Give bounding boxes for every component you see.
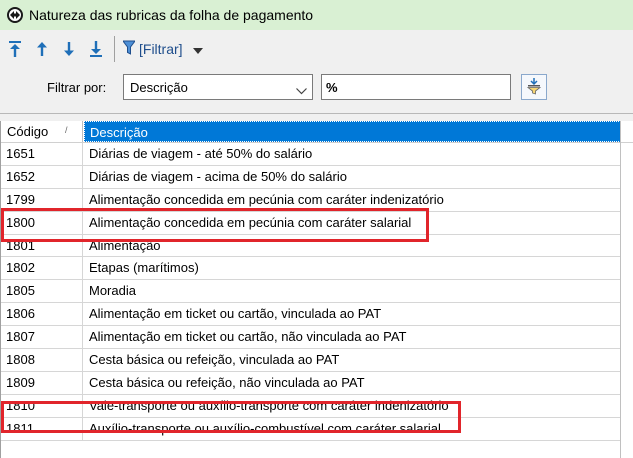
table-row[interactable]: 1809 Cesta básica ou refeição, não vincul…: [1, 371, 621, 395]
column-header-label: Código: [7, 124, 49, 139]
apply-filter-button[interactable]: [521, 74, 547, 100]
move-last-icon[interactable]: [84, 37, 108, 61]
code-cell: 1802: [1, 257, 83, 280]
column-header-descricao[interactable]: Descrição: [84, 121, 621, 142]
column-header-label: Descrição: [90, 125, 148, 140]
table-row[interactable]: 1652 Diárias de viagem - acima de 50% do …: [1, 165, 621, 189]
code-cell: 1801: [1, 234, 83, 257]
divider: [0, 113, 633, 114]
filter-button-label: [Filtrar]: [139, 41, 183, 57]
code-cell: 1810: [1, 394, 83, 417]
app-icon: [7, 7, 23, 23]
description-cell: Diárias de viagem - acima de 50% do salá…: [89, 168, 347, 184]
grid-header: Código / Descrição: [1, 121, 633, 143]
code-cell: 1800: [1, 211, 83, 234]
description-cell: Cesta básica ou refeição, não vinculada …: [89, 374, 365, 390]
chevron-down-icon: [296, 83, 307, 98]
grid-right-border: [620, 121, 621, 458]
description-cell: Alimentação em ticket ou cartão, vincula…: [89, 306, 382, 322]
code-cell: 1806: [1, 303, 83, 326]
move-first-icon[interactable]: [3, 37, 27, 61]
toolbar-separator: [114, 36, 115, 62]
table-row[interactable]: 1807 Alimentação em ticket ou cartão, não…: [1, 326, 621, 350]
filter-field-value: Descrição: [130, 80, 188, 95]
description-cell: Alimentação concedida em pecúnia com car…: [89, 191, 444, 207]
description-cell: Etapas (marítimos): [89, 260, 199, 276]
table-row[interactable]: 1805 Moradia: [1, 280, 621, 304]
filter-text-input[interactable]: %: [321, 74, 511, 100]
description-cell: Diárias de viagem - até 50% do salário: [89, 146, 313, 161]
table-row[interactable]: 1651 Diárias de viagem - até 50% do salár…: [1, 143, 621, 166]
filter-row: Filtrar por: Descrição %: [0, 72, 633, 104]
move-down-icon[interactable]: [57, 37, 81, 61]
table-row[interactable]: 1806 Alimentação em ticket ou cartão, vin…: [1, 303, 621, 327]
description-cell: Alimentação: [89, 237, 161, 253]
description-cell: Cesta básica ou refeição, vinculada ao P…: [89, 352, 340, 368]
rubricas-grid[interactable]: Código / Descrição 1651 Diárias de viagem…: [0, 121, 633, 458]
code-cell: 1811: [1, 417, 83, 440]
grid-rows: 1651 Diárias de viagem - até 50% do salár…: [1, 143, 633, 441]
table-row[interactable]: 1800 Alimentação concedida em pecúnia com…: [1, 211, 621, 235]
description-cell: Alimentação concedida em pecúnia com car…: [89, 214, 412, 230]
code-cell: 1805: [1, 280, 83, 303]
table-row[interactable]: 1802 Etapas (marítimos): [1, 257, 621, 281]
description-cell: Vale-transporte ou auxílio-transporte co…: [89, 397, 449, 413]
code-cell: 1799: [1, 188, 83, 211]
move-up-icon[interactable]: [30, 37, 54, 61]
code-cell: 1807: [1, 326, 83, 349]
natureza-rubricas-window: Natureza das rubricas da folha de pagame…: [0, 0, 633, 458]
table-row[interactable]: 1808 Cesta básica ou refeição, vinculada …: [1, 349, 621, 372]
code-cell: 1808: [1, 349, 83, 371]
filter-by-label: Filtrar por:: [47, 80, 107, 95]
description-cell: Auxílio-transporte ou auxílio-combustíve…: [89, 420, 441, 436]
code-cell: 1651: [1, 143, 83, 165]
column-header-codigo[interactable]: Código /: [1, 121, 83, 142]
code-cell: 1809: [1, 371, 83, 394]
table-row[interactable]: 1799 Alimentação concedida em pecúnia com…: [1, 188, 621, 212]
table-row[interactable]: 1810 Vale-transporte ou auxílio-transport…: [1, 394, 621, 418]
filter-text-value: %: [326, 80, 338, 95]
table-row[interactable]: 1811 Auxílio-transporte ou auxílio-combus…: [1, 417, 621, 441]
description-cell: Alimentação em ticket ou cartão, não vin…: [89, 329, 407, 345]
filter-button[interactable]: [Filtrar]: [122, 37, 203, 61]
toolbar: [Filtrar]: [0, 30, 633, 68]
funnel-icon: [122, 40, 136, 59]
title-bar: Natureza das rubricas da folha de pagame…: [0, 0, 633, 30]
table-row[interactable]: 1801 Alimentação: [1, 234, 621, 258]
window-title: Natureza das rubricas da folha de pagame…: [29, 7, 314, 23]
dropdown-caret-icon[interactable]: [192, 42, 203, 57]
sort-indicator-icon: /: [65, 125, 68, 135]
filter-field-select[interactable]: Descrição: [123, 74, 313, 100]
code-cell: 1652: [1, 165, 83, 188]
description-cell: Moradia: [89, 283, 136, 299]
apply-filter-icon: [526, 77, 542, 98]
